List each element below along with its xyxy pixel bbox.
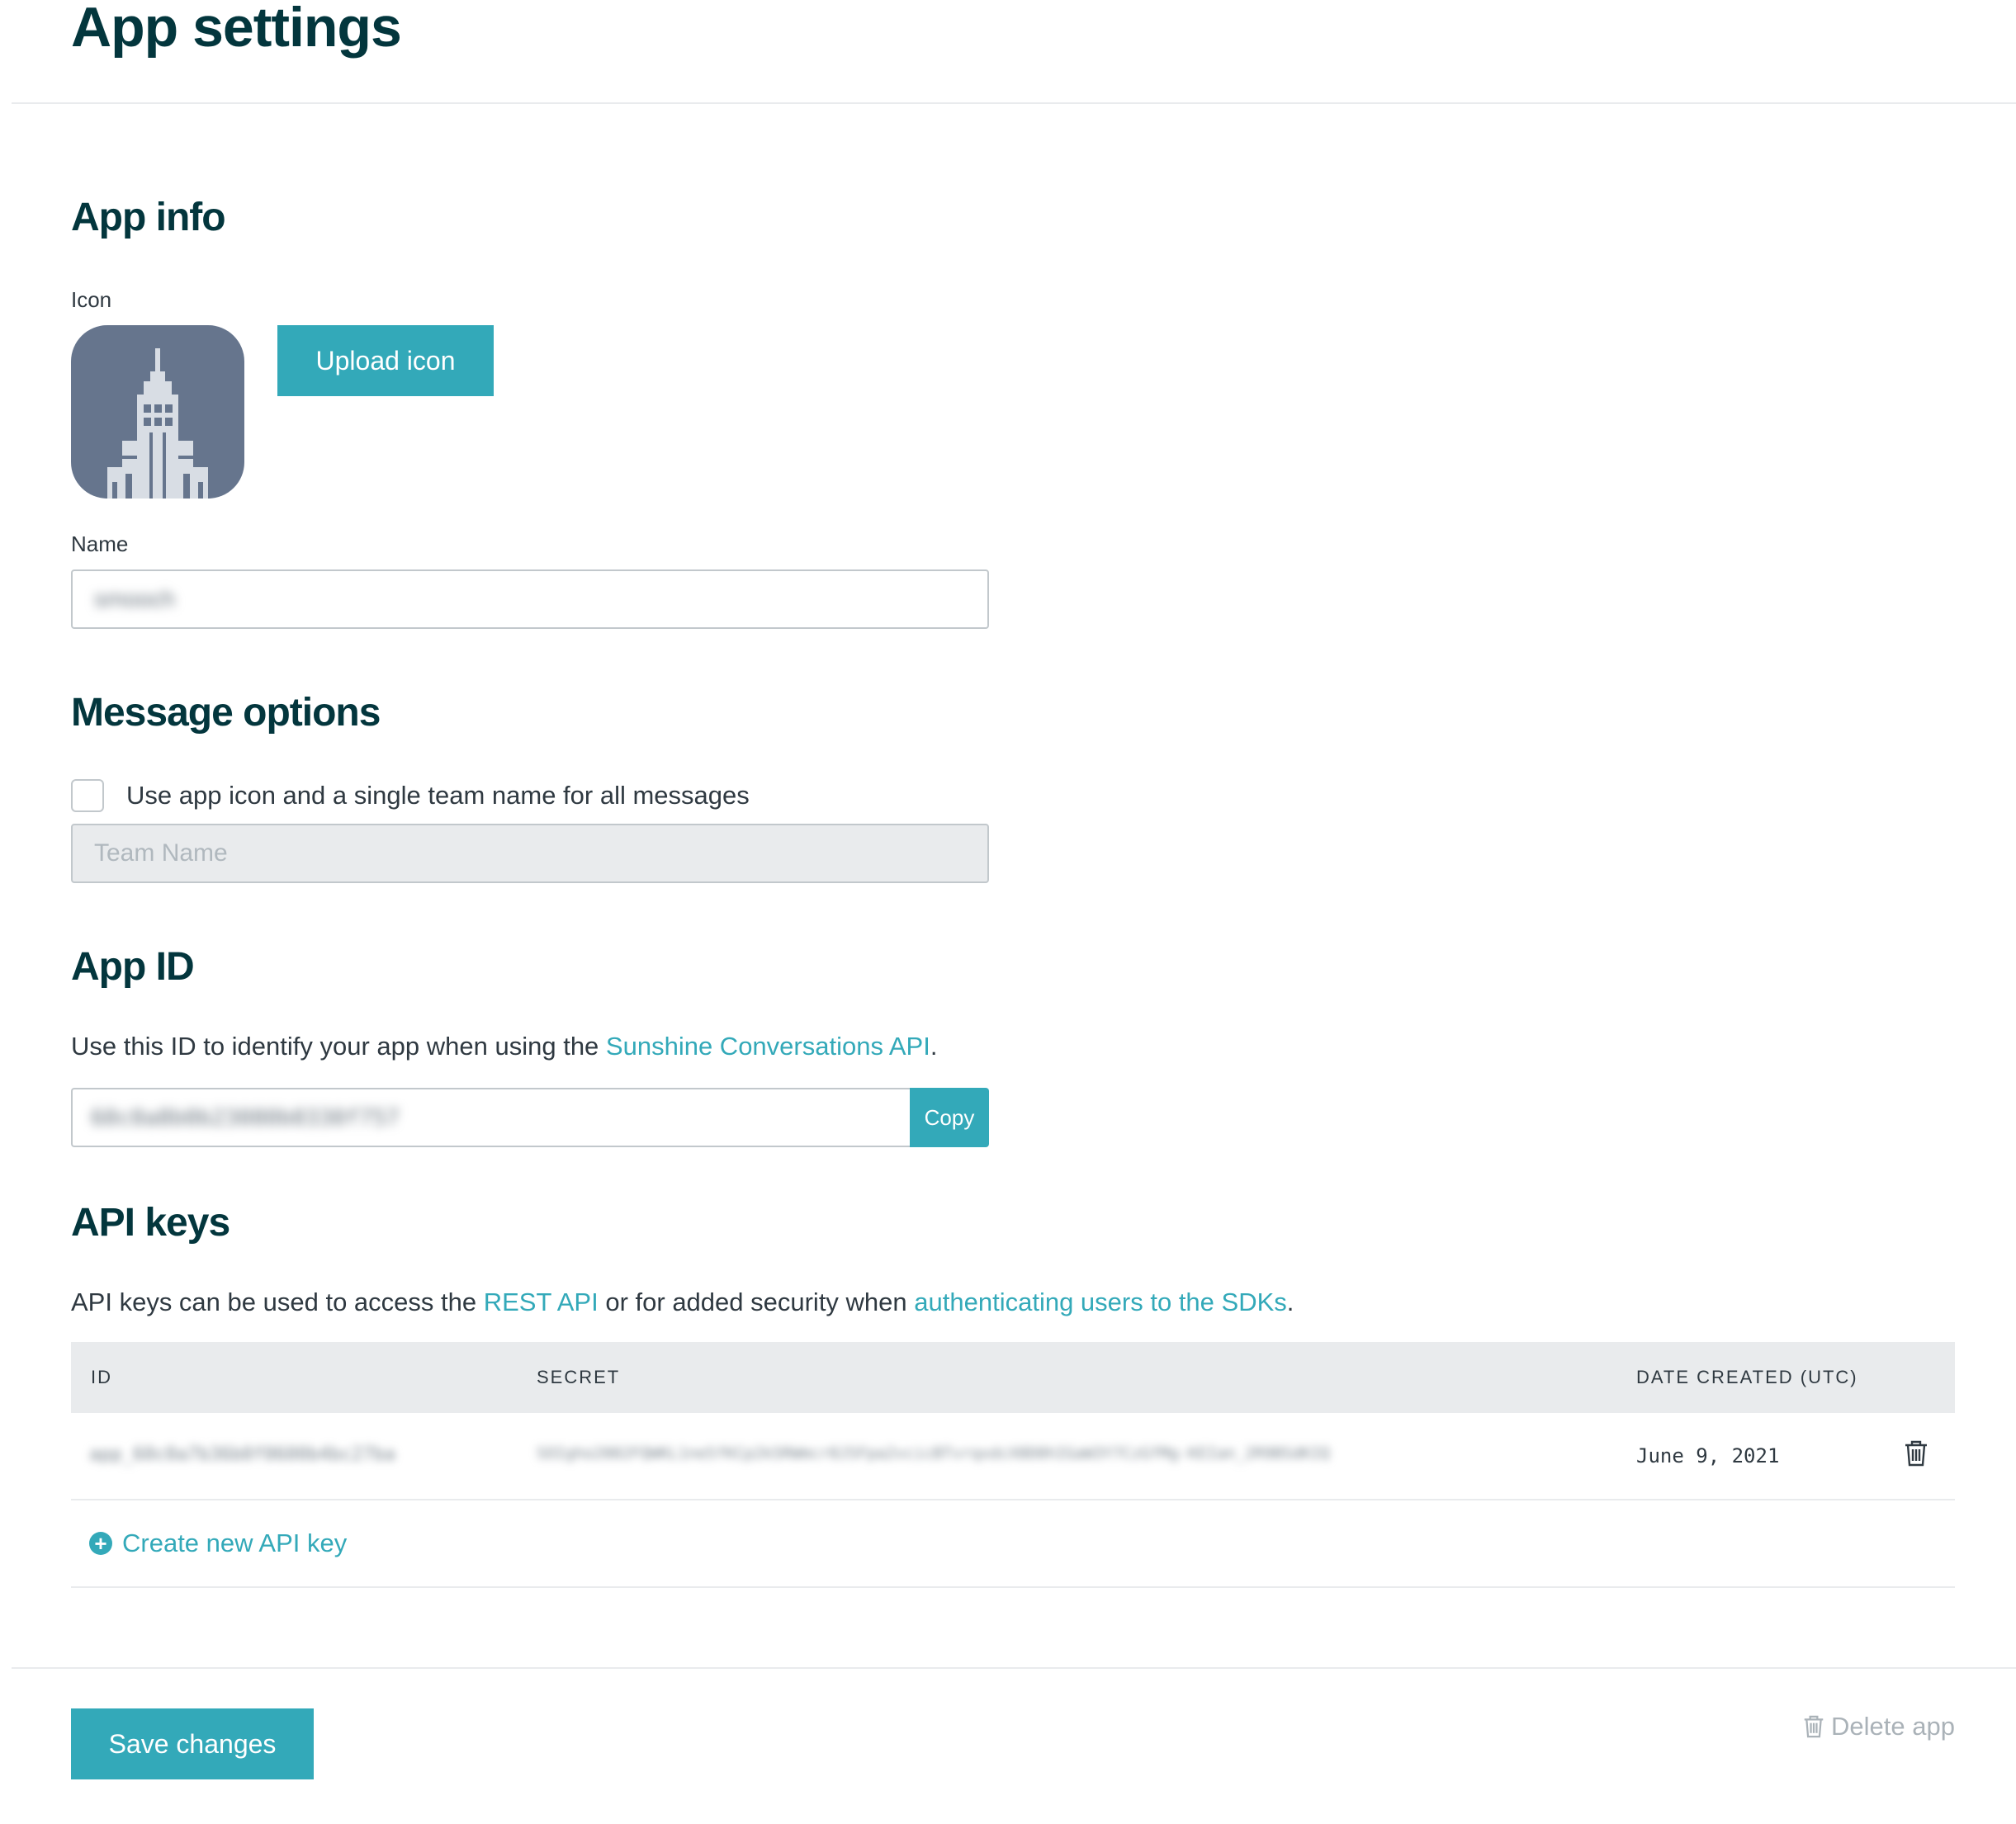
create-row: + Create new API key xyxy=(71,1500,1955,1588)
api-key-secret: SOIgho2002FQWKL1ne5fKCp2k5RWmcr0J5Fpa2vc… xyxy=(537,1444,1330,1463)
save-changes-button[interactable]: Save changes xyxy=(71,1708,314,1779)
column-header-secret: SECRET xyxy=(537,1367,621,1387)
authenticating-users-link[interactable]: authenticating users to the SDKs xyxy=(914,1288,1286,1316)
upload-icon-button[interactable]: Upload icon xyxy=(277,325,494,396)
name-input[interactable]: smooch xyxy=(71,569,989,629)
icon-label: Icon xyxy=(71,287,112,312)
page-title: App settings xyxy=(71,0,402,59)
team-name-input[interactable]: Team Name xyxy=(71,824,989,883)
column-header-id: ID xyxy=(91,1367,112,1387)
app-id-value: 60c0a8b0b23080b0330f757 xyxy=(91,1104,400,1131)
column-header-date: DATE CREATED (UTC) xyxy=(1636,1367,1858,1387)
sunshine-conversations-api-link[interactable]: Sunshine Conversations API xyxy=(606,1032,930,1061)
app-id-heading: App ID xyxy=(71,945,195,989)
single-team-name-checkbox[interactable] xyxy=(71,779,104,812)
building-icon xyxy=(107,348,208,499)
delete-app-link[interactable]: Delete app xyxy=(1803,1712,1955,1741)
name-value: smooch xyxy=(94,586,176,612)
table-header: ID SECRET DATE CREATED (UTC) xyxy=(71,1342,1955,1413)
trash-icon xyxy=(1804,1715,1824,1738)
api-keys-description: API keys can be used to access the REST … xyxy=(71,1288,1294,1316)
rest-api-link[interactable]: REST API xyxy=(484,1288,599,1316)
api-keys-table: ID SECRET DATE CREATED (UTC) app_60c0a7b… xyxy=(71,1342,1955,1588)
app-id-field[interactable]: 60c0a8b0b23080b0330f757 xyxy=(71,1088,910,1147)
create-api-key-label: Create new API key xyxy=(122,1529,348,1557)
header-divider xyxy=(12,102,2016,104)
app-icon xyxy=(71,325,244,499)
plus-circle-icon: + xyxy=(89,1532,112,1555)
team-name-placeholder: Team Name xyxy=(94,839,228,867)
api-key-id: app_60c0a7b36b0f0600b4bc27ba xyxy=(89,1444,395,1465)
create-api-key-link[interactable]: + Create new API key xyxy=(89,1529,347,1558)
delete-api-key-icon[interactable] xyxy=(1904,1439,1928,1467)
message-options-heading: Message options xyxy=(71,691,381,735)
delete-app-label: Delete app xyxy=(1831,1712,1955,1741)
api-key-date: June 9, 2021 xyxy=(1636,1444,1780,1467)
footer-divider xyxy=(12,1667,2016,1669)
name-label: Name xyxy=(71,532,129,556)
app-id-description: Use this ID to identify your app when us… xyxy=(71,1032,938,1061)
single-team-name-label[interactable]: Use app icon and a single team name for … xyxy=(126,781,750,810)
api-keys-heading: API keys xyxy=(71,1201,230,1245)
table-row: app_60c0a7b36b0f0600b4bc27ba SOIgho2002F… xyxy=(71,1413,1955,1500)
app-info-heading: App info xyxy=(71,196,226,239)
copy-app-id-button[interactable]: Copy xyxy=(910,1088,989,1147)
